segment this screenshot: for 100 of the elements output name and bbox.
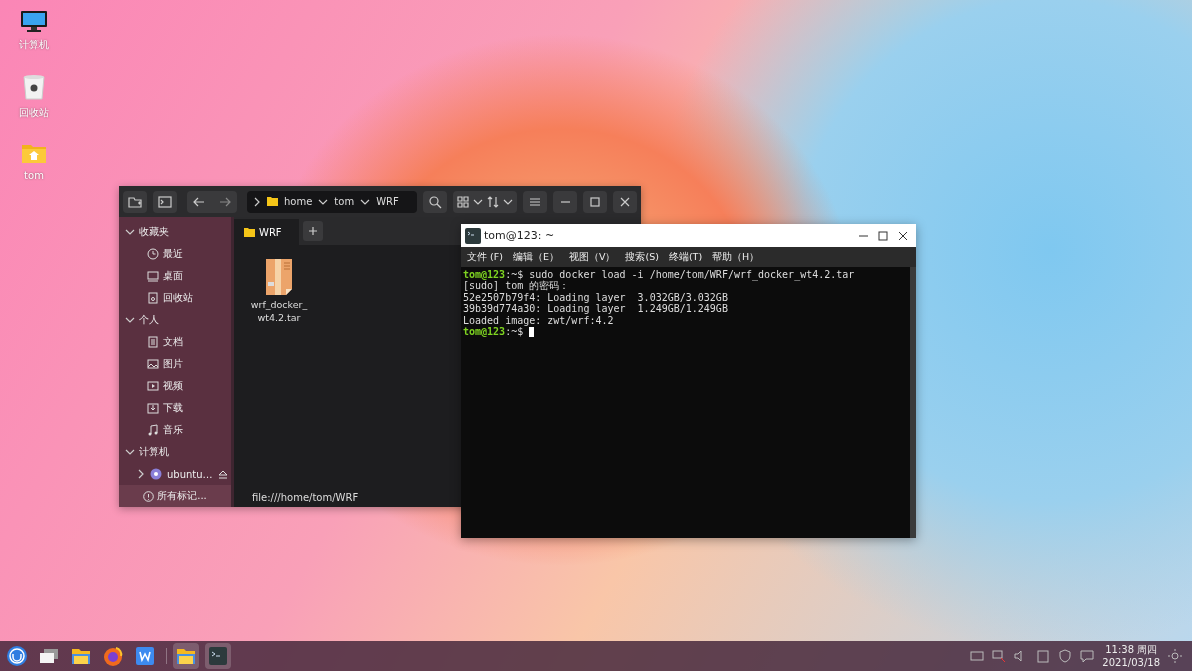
grid-view-icon bbox=[456, 194, 470, 209]
sidebar-section-label: 收藏夹 bbox=[139, 224, 169, 239]
sidebar-item[interactable]: 下载 bbox=[119, 397, 231, 420]
package-icon bbox=[264, 259, 294, 295]
disc-icon bbox=[150, 468, 162, 481]
maximize-button[interactable] bbox=[583, 190, 607, 213]
sidebar-item[interactable]: 最近 bbox=[119, 242, 231, 265]
sidebar-item[interactable]: 音乐 bbox=[119, 419, 231, 442]
terminal-button[interactable] bbox=[153, 190, 177, 213]
trash-icon bbox=[147, 292, 159, 304]
start-menu-icon bbox=[6, 645, 28, 667]
terminal-line: tom@123:~$ sudo docker load -i /home/tom/WRF/wrf_docker_wt4.2.tar bbox=[463, 269, 856, 281]
path-segment[interactable]: home bbox=[284, 196, 313, 207]
chevron-right-icon bbox=[137, 469, 145, 480]
maximize-icon bbox=[877, 229, 889, 242]
folder-icon bbox=[267, 197, 278, 206]
sidebar-item[interactable]: 图片 bbox=[119, 352, 231, 375]
sidebar-section-header[interactable]: 计算机 bbox=[119, 441, 231, 464]
home-folder-icon bbox=[21, 142, 47, 164]
monitor-icon bbox=[147, 269, 159, 282]
path-segment[interactable]: tom bbox=[334, 196, 355, 207]
sidebar-item-label: 文档 bbox=[163, 334, 183, 349]
file-name[interactable]: wrf_docker_wt4.2.tar bbox=[247, 298, 311, 324]
info-icon bbox=[143, 490, 155, 502]
minimize-button[interactable] bbox=[553, 190, 577, 213]
terminal-app-icon bbox=[465, 227, 481, 244]
sidebar-item[interactable]: 桌面 bbox=[119, 264, 231, 287]
sidebar-item-label: 下载 bbox=[163, 401, 183, 416]
menu-item[interactable]: 搜索(S) bbox=[625, 250, 659, 264]
folder-add-icon bbox=[128, 194, 142, 209]
w-letter-icon bbox=[134, 645, 156, 667]
terminal-line: 39b39d774a30: Loading layer 1.249GB/1.249GB bbox=[463, 303, 729, 315]
image-icon bbox=[147, 357, 159, 370]
clock-date[interactable]: 2021/03/18 bbox=[1102, 656, 1160, 669]
sidebar-section-label: 个人 bbox=[139, 312, 159, 327]
chevron-down-icon bbox=[473, 197, 483, 206]
document-icon bbox=[147, 335, 159, 348]
terminal-icon bbox=[207, 645, 229, 667]
sidebar-item-label: 视频 bbox=[163, 379, 183, 394]
monitor-icon bbox=[20, 10, 48, 32]
sidebar-section-header[interactable]: 收藏夹 bbox=[119, 221, 231, 243]
menu-item[interactable]: 编辑（E） bbox=[512, 250, 559, 264]
chevron-down-icon bbox=[503, 197, 513, 206]
search-button[interactable] bbox=[423, 190, 447, 213]
sort-icon bbox=[486, 194, 500, 209]
close-button[interactable] bbox=[613, 190, 637, 213]
sidebar-item-label: 音乐 bbox=[163, 423, 183, 438]
sidebar-item-label: 图片 bbox=[163, 356, 183, 371]
clipboard-icon[interactable] bbox=[1036, 649, 1051, 663]
terminal-line: Loaded image: zwt/wrf:4.2 bbox=[463, 314, 615, 326]
sidebar-item-label: 回收站 bbox=[163, 291, 193, 305]
close-icon bbox=[897, 229, 909, 242]
folder-add-button[interactable] bbox=[123, 190, 147, 213]
minimize-icon bbox=[858, 234, 868, 237]
terminal-line: [sudo] tom 的密码： bbox=[463, 280, 571, 292]
taskbar-app-button[interactable] bbox=[173, 643, 199, 669]
menu-item[interactable]: 视图（V） bbox=[568, 250, 616, 264]
minimize-icon bbox=[560, 200, 570, 203]
new-tab-button[interactable] bbox=[303, 221, 323, 241]
network-icon[interactable] bbox=[992, 649, 1007, 663]
all-tags-button[interactable]: 所有标记... bbox=[119, 485, 231, 507]
video-icon bbox=[147, 380, 159, 393]
sidebar-section-label: 计算机 bbox=[139, 445, 169, 460]
folder-tab[interactable]: WRF bbox=[234, 219, 299, 245]
path-segment[interactable]: WRF bbox=[376, 196, 399, 207]
location-text: file:///home/tom/WRF bbox=[251, 492, 360, 505]
plus-icon bbox=[308, 226, 318, 236]
taskbar-app-button[interactable] bbox=[4, 643, 30, 669]
chevron-down-icon bbox=[318, 197, 329, 206]
maximize-icon bbox=[588, 194, 602, 209]
trash-icon bbox=[22, 74, 46, 100]
menu-item[interactable]: 终端(T) bbox=[668, 250, 703, 264]
menu-item[interactable]: 文件 (F) bbox=[467, 250, 503, 264]
menu-item[interactable]: 帮助（H） bbox=[712, 250, 760, 264]
brightness-icon[interactable] bbox=[1168, 649, 1182, 663]
clock-time[interactable]: 11:38 周四 bbox=[1102, 643, 1160, 656]
sidebar-item[interactable]: ubuntu… bbox=[119, 463, 231, 486]
sidebar-item-label: ubuntu… bbox=[167, 468, 213, 480]
sidebar-item[interactable]: 文档 bbox=[119, 330, 231, 353]
chevron-right-icon bbox=[253, 196, 261, 207]
browser-globe-icon bbox=[102, 645, 124, 667]
window-title: tom@123: ~ bbox=[484, 229, 556, 242]
search-icon bbox=[428, 194, 442, 209]
sidebar-item[interactable]: 视频 bbox=[119, 375, 231, 398]
sidebar-item[interactable]: 回收站 bbox=[119, 286, 231, 310]
sidebar-item-label: 最近 bbox=[163, 246, 183, 261]
terminal-line: tom@123:~$ bbox=[463, 325, 914, 338]
music-note-icon bbox=[147, 424, 159, 437]
terminal-icon bbox=[158, 194, 172, 209]
chat-icon[interactable] bbox=[1080, 649, 1095, 663]
sidebar-item-label: 桌面 bbox=[163, 268, 183, 283]
menu-button[interactable] bbox=[523, 190, 547, 213]
path-bar[interactable]: home tom WRF bbox=[247, 190, 417, 213]
folder-icon bbox=[244, 227, 255, 237]
download-icon bbox=[147, 402, 159, 415]
chevron-down-icon bbox=[360, 197, 371, 206]
sidebar-section-header[interactable]: 个人 bbox=[119, 309, 231, 331]
terminal-line: 52e2507b79f4: Loading layer 3.032GB/3.032GB bbox=[463, 291, 729, 304]
eject-icon[interactable] bbox=[217, 469, 228, 479]
shield-icon[interactable] bbox=[1058, 649, 1073, 663]
